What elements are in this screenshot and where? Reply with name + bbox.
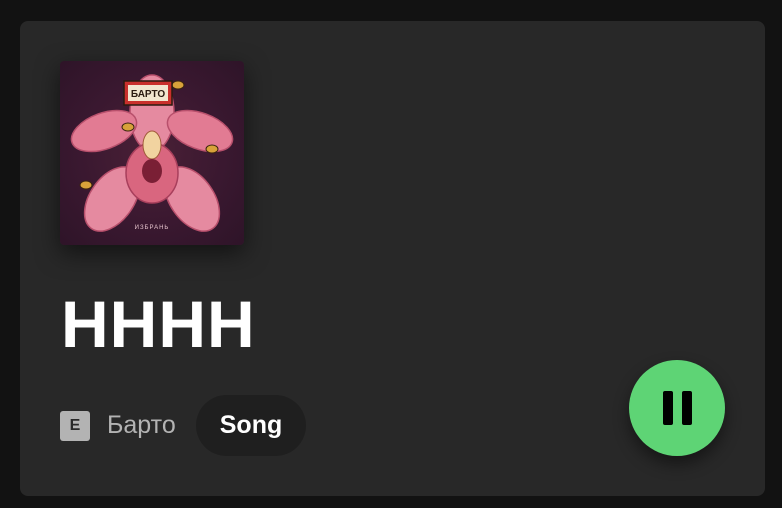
track-meta: E Барто Song xyxy=(60,395,307,456)
cover-album-text: ИЗБРАНЬ xyxy=(135,225,170,231)
type-chip: Song xyxy=(195,395,307,456)
pause-button[interactable] xyxy=(629,360,725,456)
track-card: БАРТО ИЗБРАНЬ НННН E Барто Song xyxy=(20,21,765,496)
artist-link[interactable]: Барто xyxy=(107,411,176,440)
pause-icon xyxy=(662,391,692,425)
explicit-badge: E xyxy=(60,410,90,441)
cover-logo-text: БАРТО xyxy=(131,89,165,100)
album-cover: БАРТО ИЗБРАНЬ xyxy=(60,61,244,245)
track-title: НННН xyxy=(61,287,256,361)
